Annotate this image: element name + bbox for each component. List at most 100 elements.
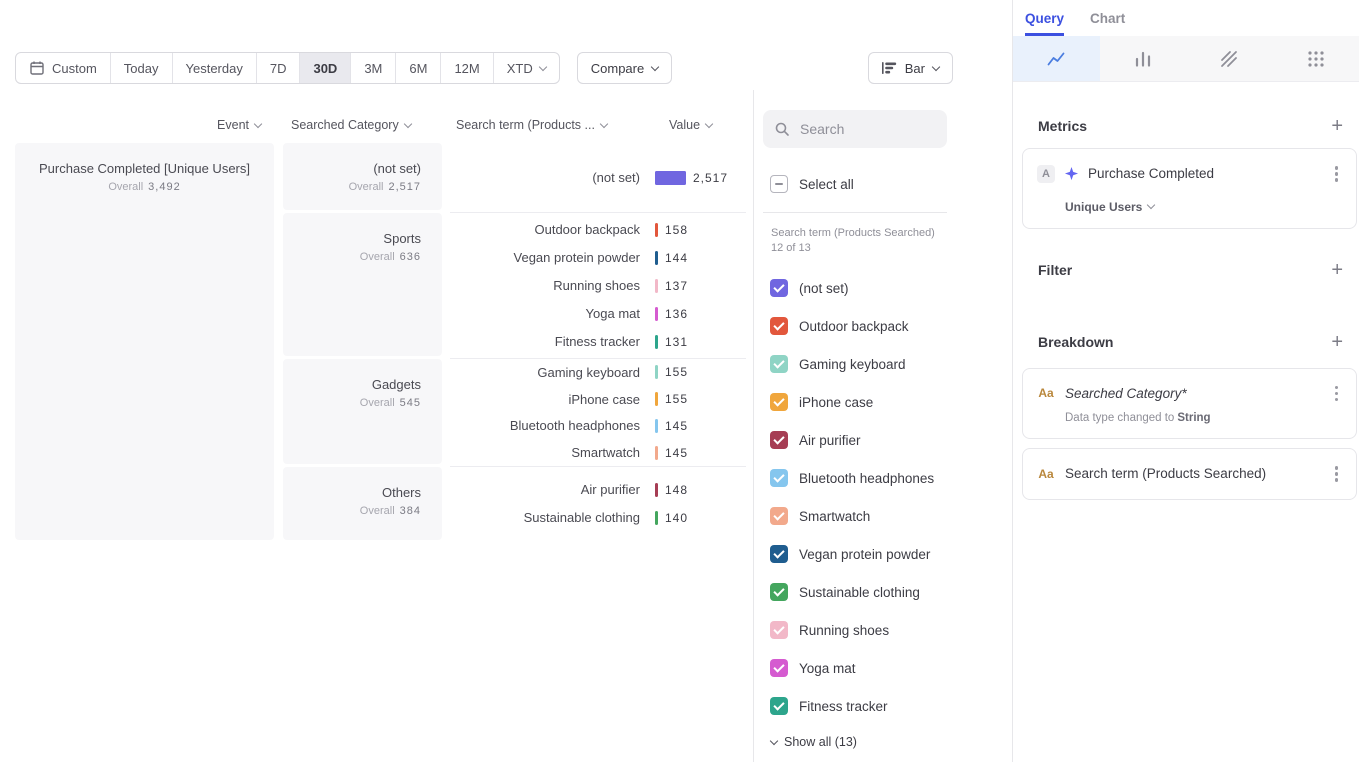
value-label: 155 — [665, 392, 688, 406]
table-row[interactable]: (not set) 2,517 — [450, 164, 746, 192]
table-row[interactable]: Sustainable clothing 140 — [450, 504, 746, 532]
range-6m-button[interactable]: 6M — [395, 53, 440, 83]
tab-metric-grid[interactable] — [1273, 36, 1359, 81]
category-overall: Overall384 — [283, 505, 421, 517]
series-checkbox-item[interactable]: Sustainable clothing — [770, 573, 1012, 611]
series-checkbox-item[interactable]: Vegan protein powder — [770, 535, 1012, 573]
event-name: Purchase Completed [Unique Users] — [15, 160, 274, 178]
series-checkbox[interactable] — [770, 279, 788, 297]
category-cell[interactable]: Gadgets Overall545 — [283, 359, 442, 464]
table-row[interactable]: Running shoes 137 — [450, 272, 746, 300]
value-label: 140 — [665, 511, 688, 525]
column-header-value[interactable]: Value — [669, 118, 712, 132]
table-row[interactable]: Vegan protein powder 144 — [450, 244, 746, 272]
show-all-button[interactable]: Show all (13) — [763, 727, 1012, 757]
series-checkbox-item[interactable]: Bluetooth headphones — [770, 459, 1012, 497]
value-label: 145 — [665, 419, 688, 433]
metric-card[interactable]: A Purchase Completed Unique Users — [1022, 148, 1357, 229]
event-cell[interactable]: Purchase Completed [Unique Users] Overal… — [15, 143, 274, 540]
range-30d-button[interactable]: 30D — [299, 53, 350, 83]
kebab-menu-icon[interactable] — [1331, 463, 1343, 485]
category-cell[interactable]: Sports Overall636 — [283, 213, 442, 356]
series-checkbox-item[interactable]: iPhone case — [770, 383, 1012, 421]
breakdown-card[interactable]: Aa Searched Category* Data type changed … — [1022, 368, 1357, 440]
column-header-event[interactable]: Event — [15, 118, 274, 132]
metrics-section-header: Metrics + — [1038, 117, 1346, 135]
table-row[interactable]: Yoga mat 136 — [450, 300, 746, 328]
series-label: Yoga mat — [799, 661, 856, 676]
series-checkbox-item[interactable]: Air purifier — [770, 421, 1012, 459]
range-today-button[interactable]: Today — [110, 53, 172, 83]
series-checkbox[interactable] — [770, 469, 788, 487]
series-checkbox-item[interactable]: Yoga mat — [770, 649, 1012, 687]
series-checkbox-item[interactable]: Outdoor backpack — [770, 307, 1012, 345]
series-checkbox[interactable] — [770, 583, 788, 601]
query-sidebar: Query Chart Metrics + A Purchase Co — [1012, 0, 1359, 762]
search-input[interactable] — [798, 120, 928, 138]
series-checkbox-item[interactable]: Running shoes — [770, 611, 1012, 649]
kebab-menu-icon[interactable] — [1331, 383, 1343, 405]
category-cell[interactable]: (not set) Overall2,517 — [283, 143, 442, 210]
breakdown-card[interactable]: Aa Search term (Products Searched) — [1022, 448, 1357, 500]
range-12m-button[interactable]: 12M — [440, 53, 492, 83]
search-box[interactable] — [763, 110, 947, 148]
series-checkbox[interactable] — [770, 545, 788, 563]
series-checkbox-item[interactable]: (not set) — [770, 269, 1012, 307]
search-term-label: Gaming keyboard — [450, 365, 640, 380]
category-cell[interactable]: Others Overall384 — [283, 467, 442, 540]
category-overall: Overall636 — [283, 251, 421, 263]
tab-chart[interactable]: Chart — [1090, 11, 1125, 36]
range-3m-button[interactable]: 3M — [350, 53, 395, 83]
add-filter-button[interactable]: + — [1328, 261, 1346, 279]
sort-chevron-icon — [705, 119, 713, 127]
range-xtd-button[interactable]: XTD — [493, 53, 559, 83]
series-checkbox-item[interactable]: Smartwatch — [770, 497, 1012, 535]
series-checkbox[interactable] — [770, 317, 788, 335]
custom-date-button[interactable]: Custom — [16, 53, 110, 83]
value-bar — [655, 483, 658, 497]
chevron-down-icon — [539, 62, 547, 70]
table-row[interactable]: Smartwatch 145 — [450, 439, 746, 466]
series-checkbox[interactable] — [770, 697, 788, 715]
column-header-term[interactable]: Search term (Products ... Value — [450, 118, 746, 132]
series-checkbox[interactable] — [770, 621, 788, 639]
series-checkbox[interactable] — [770, 431, 788, 449]
breakdown-property-name: Searched Category* — [1065, 386, 1187, 401]
series-checkbox[interactable] — [770, 507, 788, 525]
chart-type-button[interactable]: Bar — [868, 52, 953, 84]
filter-section-header: Filter + — [1038, 261, 1346, 279]
series-checkbox[interactable] — [770, 355, 788, 373]
measure-label: Unique Users — [1065, 200, 1142, 214]
date-range-segmented-control: Custom Today Yesterday 7D 30D 3M 6M 12M … — [15, 52, 560, 84]
tab-query[interactable]: Query — [1025, 11, 1064, 36]
table-row[interactable]: Fitness tracker 131 — [450, 328, 746, 356]
select-all-checkbox[interactable] — [770, 175, 788, 193]
value-bar — [655, 171, 686, 185]
select-all-row[interactable]: Select all — [763, 172, 1012, 196]
table-row[interactable]: Outdoor backpack 158 — [450, 216, 746, 244]
add-metric-button[interactable]: + — [1328, 117, 1346, 135]
kebab-menu-icon[interactable] — [1331, 163, 1343, 185]
column-header-category[interactable]: Searched Category — [283, 118, 442, 132]
series-checkbox[interactable] — [770, 393, 788, 411]
tab-bar-chart[interactable] — [1100, 36, 1187, 81]
measure-dropdown[interactable]: Unique Users — [1065, 200, 1154, 214]
range-7d-button[interactable]: 7D — [256, 53, 300, 83]
series-list: (not set) Outdoor backpack Gaming keyboa… — [763, 269, 1012, 725]
tab-line-chart[interactable] — [1013, 36, 1100, 81]
table-row[interactable]: iPhone case 155 — [450, 386, 746, 413]
series-checkbox-item[interactable]: Gaming keyboard — [770, 345, 1012, 383]
table-row[interactable]: Bluetooth headphones 145 — [450, 413, 746, 440]
table-row[interactable]: Air purifier 148 — [450, 476, 746, 504]
metrics-heading: Metrics — [1038, 118, 1087, 134]
tab-retention-chart[interactable] — [1186, 36, 1273, 81]
compare-button[interactable]: Compare — [577, 52, 672, 84]
divider — [763, 212, 947, 213]
add-breakdown-button[interactable]: + — [1328, 333, 1346, 351]
value-label: 155 — [665, 365, 688, 379]
table-row[interactable]: Gaming keyboard 155 — [450, 359, 746, 386]
category-column: (not set) Overall2,517 Sports Overall636… — [283, 143, 442, 540]
series-checkbox[interactable] — [770, 659, 788, 677]
range-yesterday-button[interactable]: Yesterday — [172, 53, 256, 83]
series-checkbox-item[interactable]: Fitness tracker — [770, 687, 1012, 725]
